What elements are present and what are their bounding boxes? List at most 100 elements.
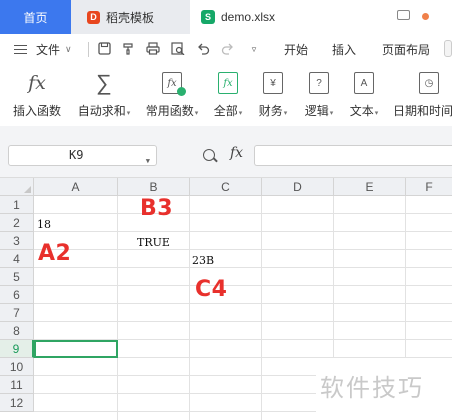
redo-icon[interactable] <box>220 42 234 56</box>
ribbon-common-functions[interactable]: fx 常用函数▾ <box>140 64 204 126</box>
ribbon-logic[interactable]: ? 逻辑▾ <box>300 64 338 126</box>
chevron-down-icon: ∨ <box>65 44 72 54</box>
ribbon-label-text: 全部 <box>213 104 238 118</box>
undo-icon[interactable] <box>196 42 210 56</box>
gridline <box>34 285 452 286</box>
row-header-11[interactable]: 11 <box>0 376 34 394</box>
ribbon-label-text: 自动求和 <box>77 104 126 118</box>
ribbon-label: 财务▾ <box>259 102 288 119</box>
row-header-7[interactable]: 7 <box>0 304 34 322</box>
menu-tab-1[interactable]: 插入 <box>332 41 356 58</box>
ribbon-label: 自动求和▾ <box>78 102 131 119</box>
caret-down-icon: ▾ <box>329 110 334 117</box>
selected-cell-indicator <box>34 340 118 358</box>
ribbon-date-time[interactable]: ◷ 日期和时间 <box>392 64 452 126</box>
finance-icon: ¥ <box>261 71 285 95</box>
menu-row: 文件 ∨ ▿ 开始 插入 页面布局 <box>0 34 452 64</box>
formula-input[interactable] <box>254 145 452 166</box>
text-icon: A <box>352 71 376 95</box>
tab-home[interactable]: 首页 <box>0 0 71 34</box>
yen-glyph: ¥ <box>270 77 276 89</box>
function-box: ◷ <box>419 72 439 94</box>
spreadsheet-grid: A B C D E F 1 2 3 4 5 6 7 8 9 10 11 12 1… <box>0 178 452 420</box>
hamburger-menu-icon[interactable] <box>14 45 27 54</box>
cell-b3[interactable]: TRUE <box>137 234 170 252</box>
ribbon-autosum[interactable]: ∑ 自动求和▾ <box>72 64 136 126</box>
annotation-b3: B3 <box>140 196 174 221</box>
docer-icon: D <box>87 10 100 24</box>
notification-dot-icon[interactable] <box>422 13 429 20</box>
column-header-f[interactable]: F <box>406 178 452 196</box>
ribbon-label: 全部▾ <box>214 102 243 119</box>
gridline <box>34 249 452 250</box>
ribbon-all-functions[interactable]: fx 全部▾ <box>210 64 246 126</box>
row-header-6[interactable]: 6 <box>0 286 34 304</box>
print-preview-icon[interactable] <box>171 42 185 56</box>
menu-file[interactable]: 文件 ∨ <box>36 41 72 58</box>
column-header-e[interactable]: E <box>334 178 406 196</box>
tab-docer-label: 稻壳模板 <box>106 10 155 25</box>
column-header-d[interactable]: D <box>262 178 334 196</box>
fx-button[interactable]: fx <box>230 145 243 161</box>
caret-down-icon: ▾ <box>374 110 379 117</box>
format-painter-icon[interactable] <box>121 42 135 56</box>
row-header-2[interactable]: 2 <box>0 214 34 232</box>
zoom-icon[interactable] <box>203 149 215 161</box>
quick-access-dropdown-icon[interactable]: ▿ <box>247 42 261 56</box>
ribbon-label-text: 文本 <box>349 104 374 118</box>
watermark: 软件技巧 <box>320 375 424 402</box>
annotation-c4: C4 <box>195 277 228 302</box>
ribbon-insert-function[interactable]: fx 插入函数 <box>8 64 66 126</box>
ribbon-label-text: 逻辑 <box>304 104 329 118</box>
menu-tab-2[interactable]: 页面布局 <box>382 41 430 58</box>
function-box: ¥ <box>263 72 283 94</box>
ribbon-label: 文本▾ <box>350 102 379 119</box>
row-header-12[interactable]: 12 <box>0 394 34 412</box>
question-glyph: ? <box>316 77 322 89</box>
caret-down-icon: ▾ <box>126 110 131 117</box>
tab-docer-templates[interactable]: D 稻壳模板 <box>73 0 187 34</box>
row-header-3[interactable]: 3 <box>0 232 34 250</box>
gridline <box>189 196 190 420</box>
ribbon-text[interactable]: A 文本▾ <box>345 64 383 126</box>
chevron-down-icon[interactable]: ▼ <box>146 152 150 171</box>
function-box: A <box>354 72 374 94</box>
column-header-b[interactable]: B <box>118 178 190 196</box>
gridline <box>117 196 118 420</box>
tab-file-label: demo.xlsx <box>221 10 276 24</box>
annotation-a2: A2 <box>38 241 72 266</box>
menu-scroll-handle[interactable] <box>444 40 452 57</box>
row-header-8[interactable]: 8 <box>0 322 34 340</box>
fx-glyph: fx <box>28 72 46 94</box>
function-box: fx <box>218 72 238 94</box>
sum-icon: ∑ <box>92 70 116 95</box>
name-box[interactable]: K9 ▼ <box>8 145 157 166</box>
row-header-5[interactable]: 5 <box>0 268 34 286</box>
cell-c4[interactable]: 23B <box>192 252 214 270</box>
tab-home-label: 首页 <box>23 10 48 25</box>
print-icon[interactable] <box>146 42 160 56</box>
ribbon-label-text: 常用函数 <box>145 104 194 118</box>
caret-down-icon: ▾ <box>283 110 288 117</box>
ribbon-finance[interactable]: ¥ 财务▾ <box>254 64 292 126</box>
row-header-4[interactable]: 4 <box>0 250 34 268</box>
row-header-10[interactable]: 10 <box>0 358 34 376</box>
save-icon[interactable] <box>97 42 111 56</box>
menu-tab-0[interactable]: 开始 <box>284 41 308 58</box>
sum-glyph: ∑ <box>96 70 112 95</box>
column-header-c[interactable]: C <box>190 178 262 196</box>
select-all-corner[interactable] <box>0 178 34 196</box>
gridline <box>34 231 452 232</box>
fx-glyph: fx <box>167 77 177 89</box>
monitor-icon[interactable] <box>397 10 410 20</box>
row-header-9[interactable]: 9 <box>0 340 34 358</box>
fx-glyph: fx <box>223 77 233 89</box>
tab-demo-xlsx[interactable]: S demo.xlsx <box>190 0 452 34</box>
caret-down-icon: ▾ <box>194 110 199 117</box>
caret-down-icon: ▾ <box>238 110 243 117</box>
clock-glyph: ◷ <box>424 77 434 89</box>
cell-a2[interactable]: 18 <box>37 216 51 234</box>
column-header-a[interactable]: A <box>34 178 118 196</box>
datetime-icon: ◷ <box>417 71 441 95</box>
row-header-1[interactable]: 1 <box>0 196 34 214</box>
